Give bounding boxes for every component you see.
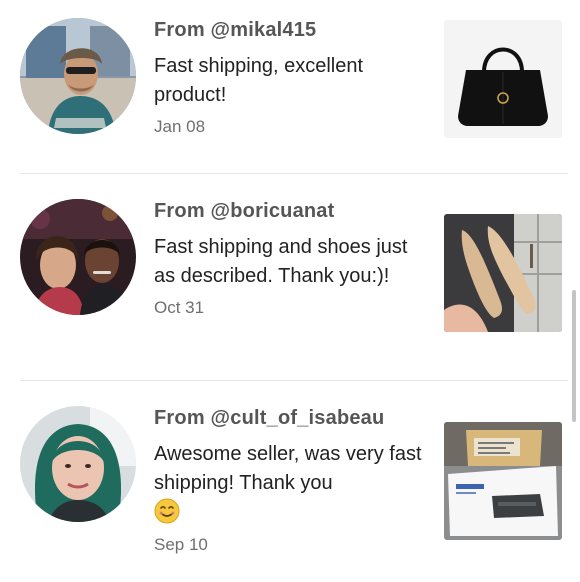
smiling-face-emoji-icon: [154, 498, 180, 524]
review-comment: Fast shipping, excellent product!: [154, 55, 364, 106]
divider: [20, 173, 568, 174]
label-printer-box-icon: [444, 422, 562, 540]
review-author[interactable]: From @boricuanat: [154, 199, 426, 223]
review-item: From @boricuanat Fast shipping and shoes…: [0, 175, 572, 375]
review-comment-text: Awesome seller, was very fast shipping! …: [154, 443, 422, 494]
review-author[interactable]: From @cult_of_isabeau: [154, 406, 426, 430]
reviewer-avatar[interactable]: [20, 406, 136, 522]
review-item: From @mikal415 Fast shipping, excellent …: [0, 0, 572, 178]
review-body: From @mikal415 Fast shipping, excellent …: [154, 18, 426, 138]
review-date: Oct 31: [154, 298, 205, 317]
review-date: Jan 08: [154, 117, 206, 136]
review-body: From @boricuanat Fast shipping and shoes…: [154, 199, 426, 319]
review-author[interactable]: From @mikal415: [154, 18, 426, 42]
review-date: Sep 10: [154, 535, 208, 554]
review-comment: Fast shipping and shoes just as describe…: [154, 236, 408, 287]
review-body: From @cult_of_isabeau Awesome seller, wa…: [154, 406, 426, 556]
tan-heels-icon: [444, 214, 562, 332]
scrollbar[interactable]: [572, 290, 576, 422]
reviewer-avatar[interactable]: [20, 18, 136, 134]
reviewer-avatar[interactable]: [20, 199, 136, 315]
review-comment: Awesome seller, was very fast shipping! …: [154, 440, 426, 528]
review-item: From @cult_of_isabeau Awesome seller, wa…: [0, 382, 572, 582]
black-handbag-icon: [444, 20, 562, 138]
product-thumbnail[interactable]: [444, 214, 562, 332]
divider: [20, 380, 568, 381]
product-thumbnail[interactable]: [444, 20, 562, 138]
product-thumbnail[interactable]: [444, 422, 562, 540]
